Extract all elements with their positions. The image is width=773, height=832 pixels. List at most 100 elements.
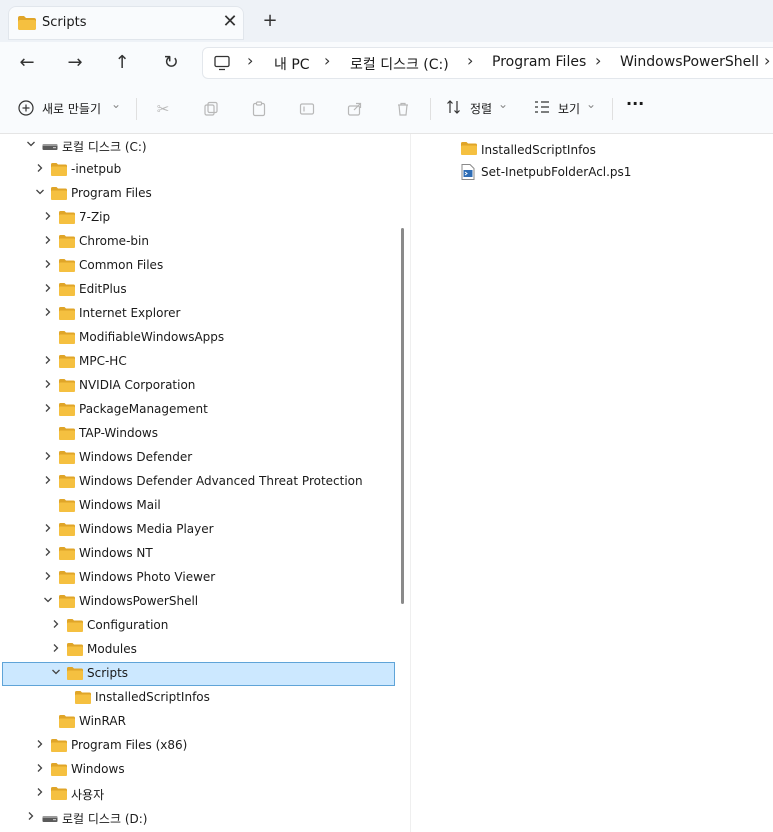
tree-item[interactable]: Windows NT: [0, 542, 396, 566]
chevron-right-icon[interactable]: [41, 450, 55, 464]
tree-item[interactable]: Modules: [0, 638, 396, 662]
tree-item[interactable]: 7-Zip: [0, 206, 396, 230]
chevron-right-icon[interactable]: [41, 354, 55, 368]
chevron-right-icon[interactable]: [41, 546, 55, 560]
breadcrumb-separator-icon[interactable]: ›: [467, 51, 473, 70]
chevron-down-icon[interactable]: [49, 666, 63, 680]
tree-item[interactable]: -inetpub: [0, 158, 396, 182]
breadcrumb-separator-icon[interactable]: ›: [595, 51, 601, 70]
tree-item-label: Windows NT: [79, 546, 153, 560]
folder-icon: [59, 499, 75, 515]
chevron-right-icon[interactable]: [33, 786, 47, 800]
breadcrumb-my-pc[interactable]: 내 PC: [274, 54, 310, 74]
tree-item[interactable]: Chrome-bin: [0, 230, 396, 254]
up-button[interactable]: ↑: [108, 50, 136, 76]
file-item-folder[interactable]: InstalledScriptInfos: [461, 140, 761, 160]
file-item-script[interactable]: Set-InetpubFolderAcl.ps1: [461, 162, 761, 182]
tree-item-label: Program Files: [71, 186, 152, 200]
tree-item[interactable]: Program Files: [0, 182, 396, 206]
tree-item[interactable]: ModifiableWindowsApps: [0, 326, 396, 350]
chevron-right-icon[interactable]: [41, 258, 55, 272]
chevron-right-icon[interactable]: [24, 810, 38, 824]
more-options-icon[interactable]: ···: [626, 94, 650, 118]
tree-item[interactable]: WindowsPowerShell: [0, 590, 396, 614]
tree-item[interactable]: Windows Defender Advanced Threat Protect…: [0, 470, 396, 494]
tree-item[interactable]: Program Files (x86): [0, 734, 396, 758]
rename-icon[interactable]: [296, 98, 318, 120]
navigation-pane-scrollbar[interactable]: [401, 228, 404, 604]
chevron-down-icon[interactable]: [33, 186, 47, 200]
tree-item[interactable]: Configuration: [0, 614, 396, 638]
view-button[interactable]: 보기 ⌄: [532, 96, 602, 120]
close-tab-icon[interactable]: ✕: [218, 11, 242, 35]
folder-icon: [59, 355, 75, 371]
tree-item[interactable]: Windows Defender: [0, 446, 396, 470]
chevron-right-icon[interactable]: [41, 402, 55, 416]
tree-item-drive[interactable]: 로컬 디스크 (D:): [0, 806, 396, 830]
folder-icon: [59, 595, 75, 611]
tree-item[interactable]: MPC-HC: [0, 350, 396, 374]
chevron-right-icon[interactable]: [41, 570, 55, 584]
folder-icon: [59, 259, 75, 275]
tree-item-label: Common Files: [79, 258, 164, 272]
chevron-right-icon[interactable]: [33, 162, 47, 176]
copy-icon[interactable]: [200, 98, 222, 120]
chevron-right-icon[interactable]: [41, 474, 55, 488]
breadcrumb-separator-icon[interactable]: ›: [324, 51, 330, 70]
drive-icon: [42, 139, 58, 155]
tree-item[interactable]: Windows Mail: [0, 494, 396, 518]
chevron-down-icon: ⌄: [498, 97, 509, 111]
breadcrumb-program-files[interactable]: Program Files: [492, 54, 586, 70]
refresh-button[interactable]: ↻: [157, 50, 185, 76]
tree-item[interactable]: Windows: [0, 758, 396, 782]
tree-item[interactable]: PackageManagement: [0, 398, 396, 422]
tree-item[interactable]: Internet Explorer: [0, 302, 396, 326]
share-icon[interactable]: [344, 98, 366, 120]
tree-item[interactable]: WinRAR: [0, 710, 396, 734]
breadcrumb-windowspowershell[interactable]: WindowsPowerShell: [620, 54, 759, 70]
address-bar[interactable]: › 내 PC › 로컬 디스크 (C:) › Program Files › W…: [202, 47, 773, 79]
tree-item[interactable]: Windows Photo Viewer: [0, 566, 396, 590]
chevron-right-icon[interactable]: [41, 210, 55, 224]
sort-button[interactable]: 정렬 ⌄: [442, 96, 512, 120]
folder-icon: [59, 427, 75, 443]
tree-item[interactable]: InstalledScriptInfos: [0, 686, 396, 710]
chevron-down-icon[interactable]: [41, 594, 55, 608]
computer-icon[interactable]: [214, 55, 230, 74]
breadcrumb-separator-icon[interactable]: ›: [764, 51, 770, 70]
chevron-right-icon[interactable]: [41, 378, 55, 392]
chevron-right-icon[interactable]: [33, 738, 47, 752]
tree-item-label: TAP-Windows: [79, 426, 158, 440]
chevron-right-icon[interactable]: [41, 282, 55, 296]
chevron-right-icon[interactable]: [49, 642, 63, 656]
folder-icon: [59, 307, 75, 323]
breadcrumb-separator-icon[interactable]: ›: [247, 51, 253, 70]
cut-icon[interactable]: ✂: [152, 98, 174, 120]
tab-scripts[interactable]: Scripts ✕: [8, 6, 244, 40]
chevron-right-icon[interactable]: [41, 234, 55, 248]
delete-icon[interactable]: [392, 98, 414, 120]
breadcrumb-local-disk-c[interactable]: 로컬 디스크 (C:): [350, 54, 449, 74]
back-button[interactable]: ←: [13, 50, 41, 76]
tree-item[interactable]: Windows Media Player: [0, 518, 396, 542]
new-tab-button[interactable]: +: [258, 10, 282, 34]
tree-item[interactable]: 사용자: [0, 782, 396, 806]
chevron-right-icon[interactable]: [41, 306, 55, 320]
tree-item-label: Chrome-bin: [79, 234, 149, 248]
chevron-right-icon[interactable]: [41, 522, 55, 536]
tree-item-drive[interactable]: 로컬 디스크 (C:): [0, 134, 396, 158]
chevron-right-icon[interactable]: [33, 762, 47, 776]
tree-item-label: Configuration: [87, 618, 169, 632]
chevron-right-icon[interactable]: [49, 618, 63, 632]
tree-item-label: EditPlus: [79, 282, 127, 296]
tree-item[interactable]: EditPlus: [0, 278, 396, 302]
tree-item[interactable]: Scripts: [2, 662, 395, 686]
tree-item[interactable]: NVIDIA Corporation: [0, 374, 396, 398]
chevron-down-icon[interactable]: [24, 138, 38, 152]
new-button[interactable]: 새로 만들기 ⌄: [14, 96, 126, 120]
folder-icon: [59, 283, 75, 299]
tree-item[interactable]: Common Files: [0, 254, 396, 278]
forward-button[interactable]: →: [61, 50, 89, 76]
tree-item[interactable]: TAP-Windows: [0, 422, 396, 446]
paste-icon[interactable]: [248, 98, 270, 120]
